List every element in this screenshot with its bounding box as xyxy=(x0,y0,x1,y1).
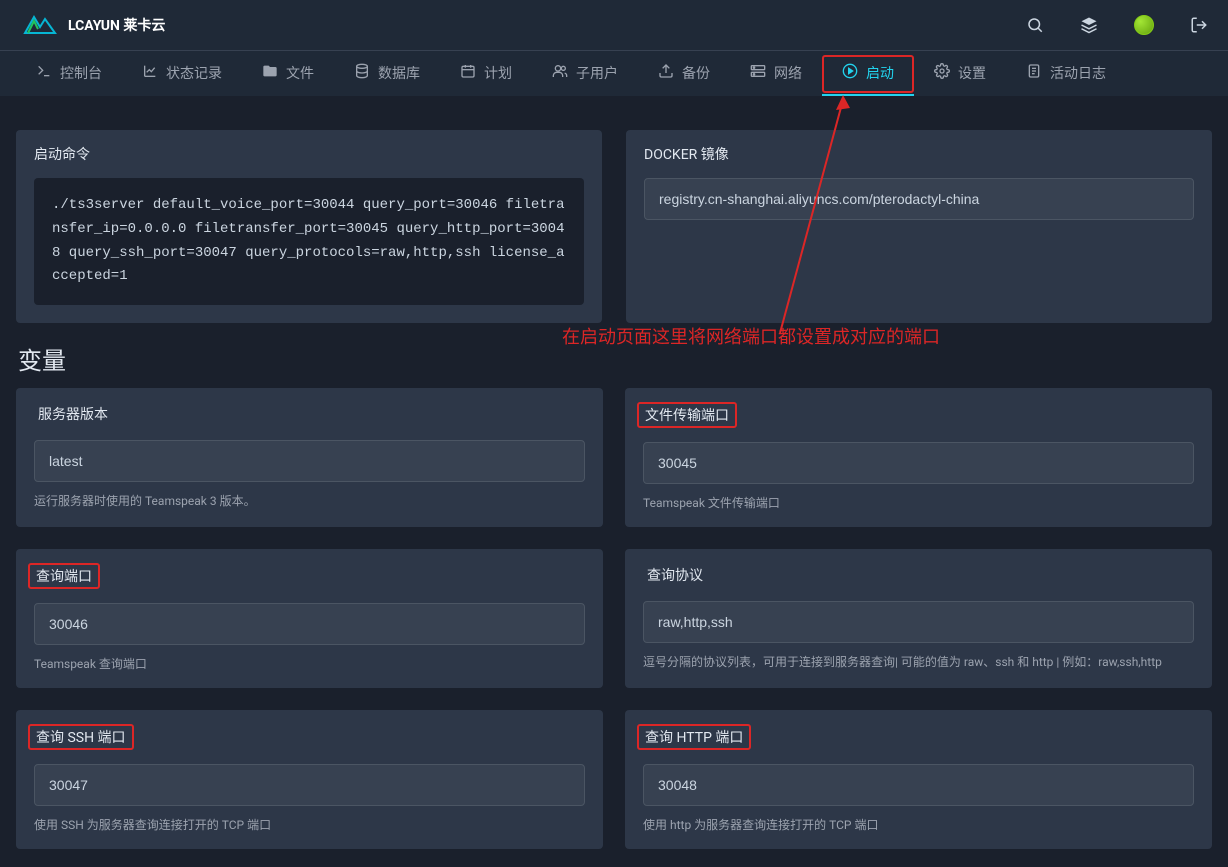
variable-panel: 服务器版本 运行服务器时使用的 Teamspeak 3 版本。 xyxy=(16,388,603,527)
nav-chart[interactable]: 状态记录 xyxy=(122,51,242,96)
variable-description: 使用 http 为服务器查询连接打开的 TCP 端口 xyxy=(643,816,1194,833)
variable-description: 逗号分隔的协议列表，可用于连接到服务器查询| 可能的值为 raw、ssh 和 h… xyxy=(643,653,1194,670)
startup-command-title: 启动命令 xyxy=(16,130,602,178)
nav-folder[interactable]: 文件 xyxy=(242,51,334,96)
variable-panel: 查询协议 逗号分隔的协议列表，可用于连接到服务器查询| 可能的值为 raw、ss… xyxy=(625,549,1212,688)
docker-image-title: DOCKER 镜像 xyxy=(626,130,1212,178)
nav-network[interactable]: 网络 xyxy=(730,51,822,96)
variable-description: 运行服务器时使用的 Teamspeak 3 版本。 xyxy=(34,492,585,509)
startup-command-panel: 启动命令 ./ts3server default_voice_port=3004… xyxy=(16,130,602,323)
nav-label: 数据库 xyxy=(378,63,420,83)
variable-input[interactable] xyxy=(643,601,1194,643)
variable-panel: 查询端口 Teamspeak 查询端口 xyxy=(16,549,603,688)
nav-book[interactable]: 活动日志 xyxy=(1006,51,1126,96)
variable-description: 使用 SSH 为服务器查询连接打开的 TCP 端口 xyxy=(34,816,585,833)
nav-label: 子用户 xyxy=(576,63,618,83)
topbar-right xyxy=(1026,15,1208,35)
topbar: LCAYUN 莱卡云 xyxy=(0,0,1228,50)
variable-label: 查询协议 xyxy=(643,563,707,587)
logout-icon[interactable] xyxy=(1190,16,1208,34)
variables-grid: 服务器版本 运行服务器时使用的 Teamspeak 3 版本。 文件传输端口 T… xyxy=(16,388,1212,849)
nav-play[interactable]: 启动 xyxy=(822,51,914,96)
annotation-text: 在启动页面这里将网络端口都设置成对应的端口 xyxy=(562,323,940,349)
nav-label: 活动日志 xyxy=(1050,63,1106,83)
nav-label: 网络 xyxy=(774,63,802,83)
variable-label: 文件传输端口 xyxy=(637,402,737,428)
nav-settings[interactable]: 设置 xyxy=(914,51,1006,96)
layers-icon[interactable] xyxy=(1080,16,1098,34)
nav-label: 启动 xyxy=(866,63,894,83)
variable-panel: 查询 HTTP 端口 使用 http 为服务器查询连接打开的 TCP 端口 xyxy=(625,710,1212,849)
folder-icon xyxy=(262,63,278,83)
docker-image-input[interactable] xyxy=(644,178,1194,220)
nav-label: 文件 xyxy=(286,63,314,83)
settings-icon xyxy=(934,63,950,83)
variable-panel: 文件传输端口 Teamspeak 文件传输端口 xyxy=(625,388,1212,527)
docker-image-panel: DOCKER 镜像 xyxy=(626,130,1212,323)
nav-label: 设置 xyxy=(958,63,986,83)
database-icon xyxy=(354,63,370,83)
network-icon xyxy=(750,63,766,83)
variable-input[interactable] xyxy=(34,440,585,482)
startup-command-code: ./ts3server default_voice_port=30044 que… xyxy=(34,178,584,305)
variable-input[interactable] xyxy=(643,442,1194,484)
nav-label: 控制台 xyxy=(60,63,102,83)
upload-icon xyxy=(658,63,674,83)
nav-label: 计划 xyxy=(484,63,512,83)
users-icon xyxy=(552,63,568,83)
logo-icon xyxy=(20,11,60,39)
nav-label: 备份 xyxy=(682,63,710,83)
variable-input[interactable] xyxy=(643,764,1194,806)
variable-label: 查询端口 xyxy=(28,563,100,589)
nav-database[interactable]: 数据库 xyxy=(334,51,440,96)
variable-input[interactable] xyxy=(34,603,585,645)
avatar[interactable] xyxy=(1134,15,1154,35)
terminal-icon xyxy=(36,63,52,83)
brand-logo[interactable]: LCAYUN 莱卡云 xyxy=(20,11,165,39)
variable-panel: 查询 SSH 端口 使用 SSH 为服务器查询连接打开的 TCP 端口 xyxy=(16,710,603,849)
calendar-icon xyxy=(460,63,476,83)
variable-description: Teamspeak 查询端口 xyxy=(34,655,585,672)
variable-label: 查询 HTTP 端口 xyxy=(637,724,751,750)
search-icon[interactable] xyxy=(1026,16,1044,34)
play-icon xyxy=(842,63,858,83)
variable-label: 查询 SSH 端口 xyxy=(28,724,134,750)
nav-users[interactable]: 子用户 xyxy=(532,51,638,96)
variable-input[interactable] xyxy=(34,764,585,806)
nav-upload[interactable]: 备份 xyxy=(638,51,730,96)
nav-terminal[interactable]: 控制台 xyxy=(16,51,122,96)
nav-label: 状态记录 xyxy=(166,63,222,83)
variable-label: 服务器版本 xyxy=(34,402,112,426)
variable-description: Teamspeak 文件传输端口 xyxy=(643,494,1194,511)
brand-text: LCAYUN 莱卡云 xyxy=(68,15,165,35)
book-icon xyxy=(1026,63,1042,83)
nav-calendar[interactable]: 计划 xyxy=(440,51,532,96)
main-nav: 控制台 状态记录 文件 数据库 计划 子用户 备份 网络 启动 设置 活动日志 xyxy=(0,50,1228,96)
chart-icon xyxy=(142,63,158,83)
